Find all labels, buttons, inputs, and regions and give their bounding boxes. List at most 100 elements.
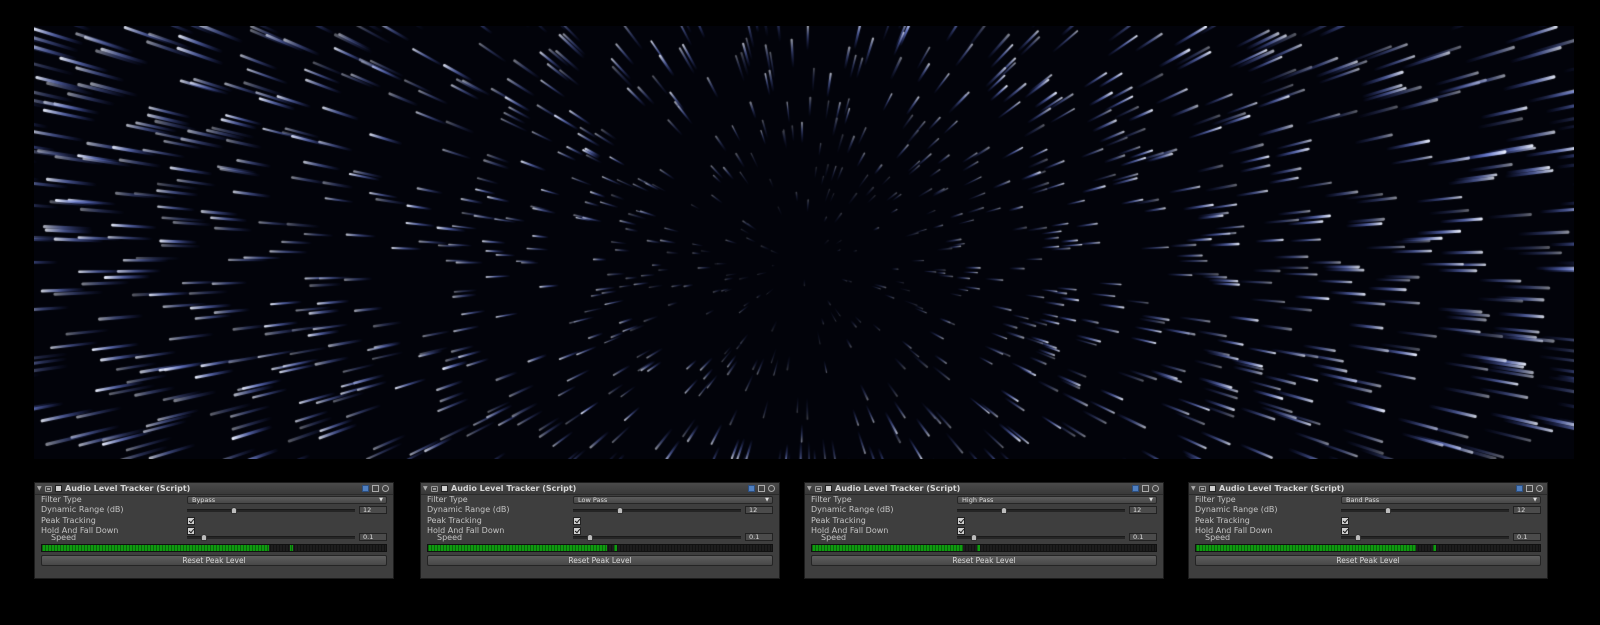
component-header[interactable]: ▼ Audio Level Tracker (Script)	[421, 483, 779, 495]
starfield-viewport	[34, 26, 1574, 459]
foldout-triangle-icon[interactable]: ▼	[37, 485, 43, 492]
component-title: Audio Level Tracker (Script)	[835, 484, 961, 493]
peak-tracking-row: Peak Tracking	[41, 516, 387, 526]
filter-type-label: Filter Type	[1195, 495, 1236, 504]
component-header[interactable]: ▼ Audio Level Tracker (Script)	[805, 483, 1163, 495]
peak-tracking-row: Peak Tracking	[1195, 516, 1541, 526]
dynamic-range-row: Dynamic Range (dB) 12	[811, 505, 1157, 515]
script-component-icon	[1199, 485, 1206, 492]
level-meter	[427, 544, 773, 552]
component-enable-checkbox[interactable]	[441, 485, 448, 492]
dynamic-range-slider-thumb[interactable]	[617, 507, 624, 514]
dynamic-range-slider[interactable]	[573, 507, 741, 514]
gear-icon[interactable]	[1536, 485, 1543, 492]
peak-tracking-checkbox[interactable]	[1341, 517, 1349, 525]
peak-tracking-checkbox[interactable]	[957, 517, 965, 525]
component-title: Audio Level Tracker (Script)	[1219, 484, 1345, 493]
dynamic-range-slider[interactable]	[1341, 507, 1509, 514]
book-icon[interactable]	[1516, 485, 1523, 492]
preset-icon[interactable]	[1526, 485, 1533, 492]
foldout-triangle-icon[interactable]: ▼	[1191, 485, 1197, 492]
component-header[interactable]: ▼ Audio Level Tracker (Script)	[1189, 483, 1547, 495]
speed-slider[interactable]	[573, 534, 741, 541]
filter-type-dropdown[interactable]: Bypass ▼	[187, 496, 387, 504]
reset-peak-level-button[interactable]: Reset Peak Level	[811, 555, 1157, 566]
hold-and-fall-down-checkbox[interactable]	[957, 527, 965, 535]
filter-type-label: Filter Type	[41, 495, 82, 504]
speed-slider-thumb[interactable]	[586, 534, 593, 541]
hold-and-fall-down-row: Hold And Fall Down	[41, 526, 387, 536]
speed-slider-thumb[interactable]	[970, 534, 977, 541]
meter-ticks	[42, 545, 386, 551]
peak-tracking-checkbox[interactable]	[573, 517, 581, 525]
hold-and-fall-down-checkbox[interactable]	[1341, 527, 1349, 535]
component-enable-checkbox[interactable]	[55, 485, 62, 492]
filter-type-row: Filter Type Bypass ▼	[41, 495, 387, 505]
dynamic-range-field[interactable]: 12	[745, 506, 773, 514]
component-title: Audio Level Tracker (Script)	[65, 484, 191, 493]
filter-type-dropdown[interactable]: Low Pass ▼	[573, 496, 773, 504]
speed-field[interactable]: 0.1	[1129, 533, 1157, 541]
book-icon[interactable]	[1132, 485, 1139, 492]
component-header[interactable]: ▼ Audio Level Tracker (Script)	[35, 483, 393, 495]
dynamic-range-slider-thumb[interactable]	[231, 507, 238, 514]
preset-icon[interactable]	[758, 485, 765, 492]
gear-icon[interactable]	[1152, 485, 1159, 492]
dynamic-range-field[interactable]: 12	[1513, 506, 1541, 514]
dropdown-arrow-icon: ▼	[765, 497, 769, 503]
speed-field[interactable]: 0.1	[745, 533, 773, 541]
hold-and-fall-down-checkbox[interactable]	[187, 527, 195, 535]
reset-peak-level-button[interactable]: Reset Peak Level	[427, 555, 773, 566]
dynamic-range-label: Dynamic Range (dB)	[427, 505, 510, 514]
foldout-triangle-icon[interactable]: ▼	[423, 485, 429, 492]
speed-slider[interactable]	[187, 534, 355, 541]
peak-tracking-checkbox[interactable]	[187, 517, 195, 525]
hold-and-fall-down-row: Hold And Fall Down	[811, 526, 1157, 536]
dynamic-range-row: Dynamic Range (dB) 12	[1195, 505, 1541, 515]
level-meter	[811, 544, 1157, 552]
filter-type-dropdown[interactable]: Band Pass ▼	[1341, 496, 1541, 504]
preset-icon[interactable]	[372, 485, 379, 492]
speed-row: Speed 0.1	[1195, 533, 1541, 542]
preset-icon[interactable]	[1142, 485, 1149, 492]
reset-peak-level-button[interactable]: Reset Peak Level	[41, 555, 387, 566]
component-enable-checkbox[interactable]	[825, 485, 832, 492]
reset-peak-level-button[interactable]: Reset Peak Level	[1195, 555, 1541, 566]
dynamic-range-row: Dynamic Range (dB) 12	[41, 505, 387, 515]
book-icon[interactable]	[362, 485, 369, 492]
gear-icon[interactable]	[768, 485, 775, 492]
script-component-icon	[815, 485, 822, 492]
filter-type-row: Filter Type Band Pass ▼	[1195, 495, 1541, 505]
dynamic-range-slider[interactable]	[187, 507, 355, 514]
dropdown-arrow-icon: ▼	[1149, 497, 1153, 503]
speed-field[interactable]: 0.1	[1513, 533, 1541, 541]
dynamic-range-slider-thumb[interactable]	[1001, 507, 1008, 514]
speed-label: Speed	[821, 533, 847, 542]
speed-slider-thumb[interactable]	[200, 534, 207, 541]
filter-type-dropdown[interactable]: High Pass ▼	[957, 496, 1157, 504]
peak-tracking-row: Peak Tracking	[811, 516, 1157, 526]
filter-type-value: Bypass	[192, 496, 216, 504]
component-enable-checkbox[interactable]	[1209, 485, 1216, 492]
meter-ticks	[1196, 545, 1540, 551]
speed-slider-thumb[interactable]	[1354, 534, 1361, 541]
dynamic-range-slider-thumb[interactable]	[1385, 507, 1392, 514]
peak-tracking-label: Peak Tracking	[427, 516, 482, 525]
hold-and-fall-down-checkbox[interactable]	[573, 527, 581, 535]
level-meter	[1195, 544, 1541, 552]
speed-slider[interactable]	[1341, 534, 1509, 541]
dynamic-range-field[interactable]: 12	[1129, 506, 1157, 514]
component-title: Audio Level Tracker (Script)	[451, 484, 577, 493]
speed-field[interactable]: 0.1	[359, 533, 387, 541]
audio-level-tracker-panel-3: ▼ Audio Level Tracker (Script) Filter Ty…	[804, 482, 1164, 579]
starfield-canvas	[34, 26, 1574, 459]
foldout-triangle-icon[interactable]: ▼	[807, 485, 813, 492]
dynamic-range-field[interactable]: 12	[359, 506, 387, 514]
speed-slider[interactable]	[957, 534, 1125, 541]
book-icon[interactable]	[748, 485, 755, 492]
filter-type-row: Filter Type Low Pass ▼	[427, 495, 773, 505]
dynamic-range-slider[interactable]	[957, 507, 1125, 514]
filter-type-value: High Pass	[962, 496, 994, 504]
gear-icon[interactable]	[382, 485, 389, 492]
meter-ticks	[812, 545, 1156, 551]
